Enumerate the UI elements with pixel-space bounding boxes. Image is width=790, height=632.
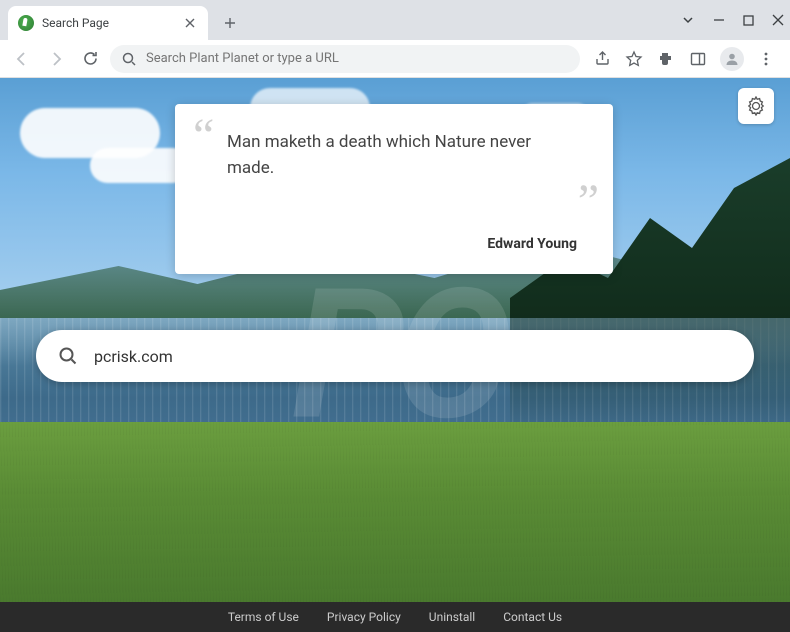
- minimize-icon[interactable]: [713, 14, 725, 26]
- star-icon[interactable]: [624, 49, 644, 69]
- profile-avatar[interactable]: [720, 47, 744, 71]
- quote-author: Edward Young: [487, 236, 577, 252]
- sidepanel-icon[interactable]: [688, 49, 708, 69]
- search-input[interactable]: [94, 347, 732, 366]
- address-bar[interactable]: [110, 45, 580, 73]
- quote-text: Man maketh a death which Nature never ma…: [227, 130, 573, 181]
- new-tab-button[interactable]: [216, 9, 244, 37]
- gear-icon: [746, 96, 766, 116]
- tab-title: Search Page: [42, 16, 174, 30]
- footer-link-privacy[interactable]: Privacy Policy: [327, 610, 401, 624]
- footer-link-terms[interactable]: Terms of Use: [228, 610, 299, 624]
- quote-close-icon: ”: [578, 190, 599, 214]
- browser-toolbar: [0, 40, 790, 78]
- toolbar-right: [586, 47, 782, 71]
- quote-card: “ Man maketh a death which Nature never …: [175, 104, 613, 274]
- browser-tab[interactable]: Search Page: [8, 6, 208, 40]
- extensions-icon[interactable]: [656, 49, 676, 69]
- quote-open-icon: “: [193, 124, 214, 148]
- menu-icon[interactable]: [756, 49, 776, 69]
- chevron-down-icon[interactable]: [681, 13, 695, 27]
- forward-button[interactable]: [42, 45, 70, 73]
- search-icon: [58, 346, 78, 366]
- window-titlebar: Search Page: [0, 0, 790, 40]
- page-content: PC “ Man maketh a death which Nature nev…: [0, 78, 790, 632]
- address-input[interactable]: [146, 51, 568, 66]
- settings-button[interactable]: [738, 88, 774, 124]
- close-window-icon[interactable]: [772, 14, 784, 26]
- search-bar[interactable]: [36, 330, 754, 382]
- reload-button[interactable]: [76, 45, 104, 73]
- leaf-icon: [18, 15, 34, 31]
- share-icon[interactable]: [592, 49, 612, 69]
- maximize-icon[interactable]: [743, 15, 754, 26]
- close-icon[interactable]: [182, 15, 198, 31]
- footer: Terms of Use Privacy Policy Uninstall Co…: [0, 602, 790, 632]
- search-icon: [122, 52, 136, 66]
- window-controls: [681, 0, 784, 40]
- back-button[interactable]: [8, 45, 36, 73]
- footer-link-uninstall[interactable]: Uninstall: [429, 610, 475, 624]
- footer-link-contact[interactable]: Contact Us: [503, 610, 562, 624]
